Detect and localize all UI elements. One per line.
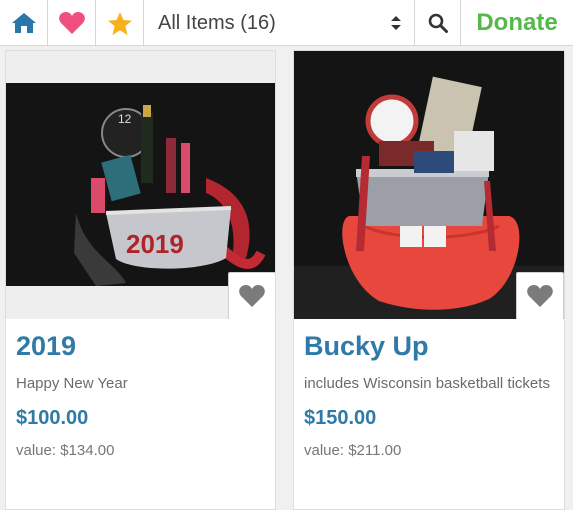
item-card[interactable]: Bucky Up includes Wisconsin basketball t… <box>293 50 565 510</box>
item-card[interactable]: 2019 12 2019 Happy New Year $100.00 valu… <box>5 50 276 510</box>
svg-text:2019: 2019 <box>126 229 184 259</box>
featured-button[interactable] <box>96 0 144 46</box>
heart-icon <box>58 12 85 34</box>
favorite-button[interactable] <box>516 272 564 319</box>
home-icon <box>11 13 36 33</box>
heart-icon <box>239 285 265 307</box>
item-photo: 2019 12 <box>6 83 275 286</box>
search-icon <box>428 13 448 33</box>
item-description: Happy New Year <box>16 375 128 392</box>
heart-icon <box>527 285 553 307</box>
item-description: includes Wisconsin basketball tickets <box>304 375 550 392</box>
star-icon <box>107 11 132 35</box>
top-toolbar: All Items (16) Donate <box>0 0 573 46</box>
item-value: value: $134.00 <box>16 442 115 459</box>
item-image-area <box>294 51 564 319</box>
item-price: $150.00 <box>304 407 377 429</box>
svg-text:12: 12 <box>118 112 132 126</box>
sort-arrows-icon <box>391 16 401 30</box>
favorite-button[interactable] <box>228 272 275 319</box>
item-price: $100.00 <box>16 407 89 429</box>
item-value: value: $211.00 <box>304 442 402 459</box>
item-image-area: 2019 12 <box>6 51 275 319</box>
favorites-button[interactable] <box>48 0 96 46</box>
category-filter-select[interactable]: All Items (16) <box>144 0 415 46</box>
donate-button[interactable]: Donate <box>461 0 573 45</box>
home-button[interactable] <box>0 0 48 46</box>
filter-label: All Items (16) <box>158 11 276 34</box>
item-title[interactable]: Bucky Up <box>304 331 429 362</box>
search-button[interactable] <box>415 0 461 46</box>
item-title[interactable]: 2019 <box>16 331 76 362</box>
